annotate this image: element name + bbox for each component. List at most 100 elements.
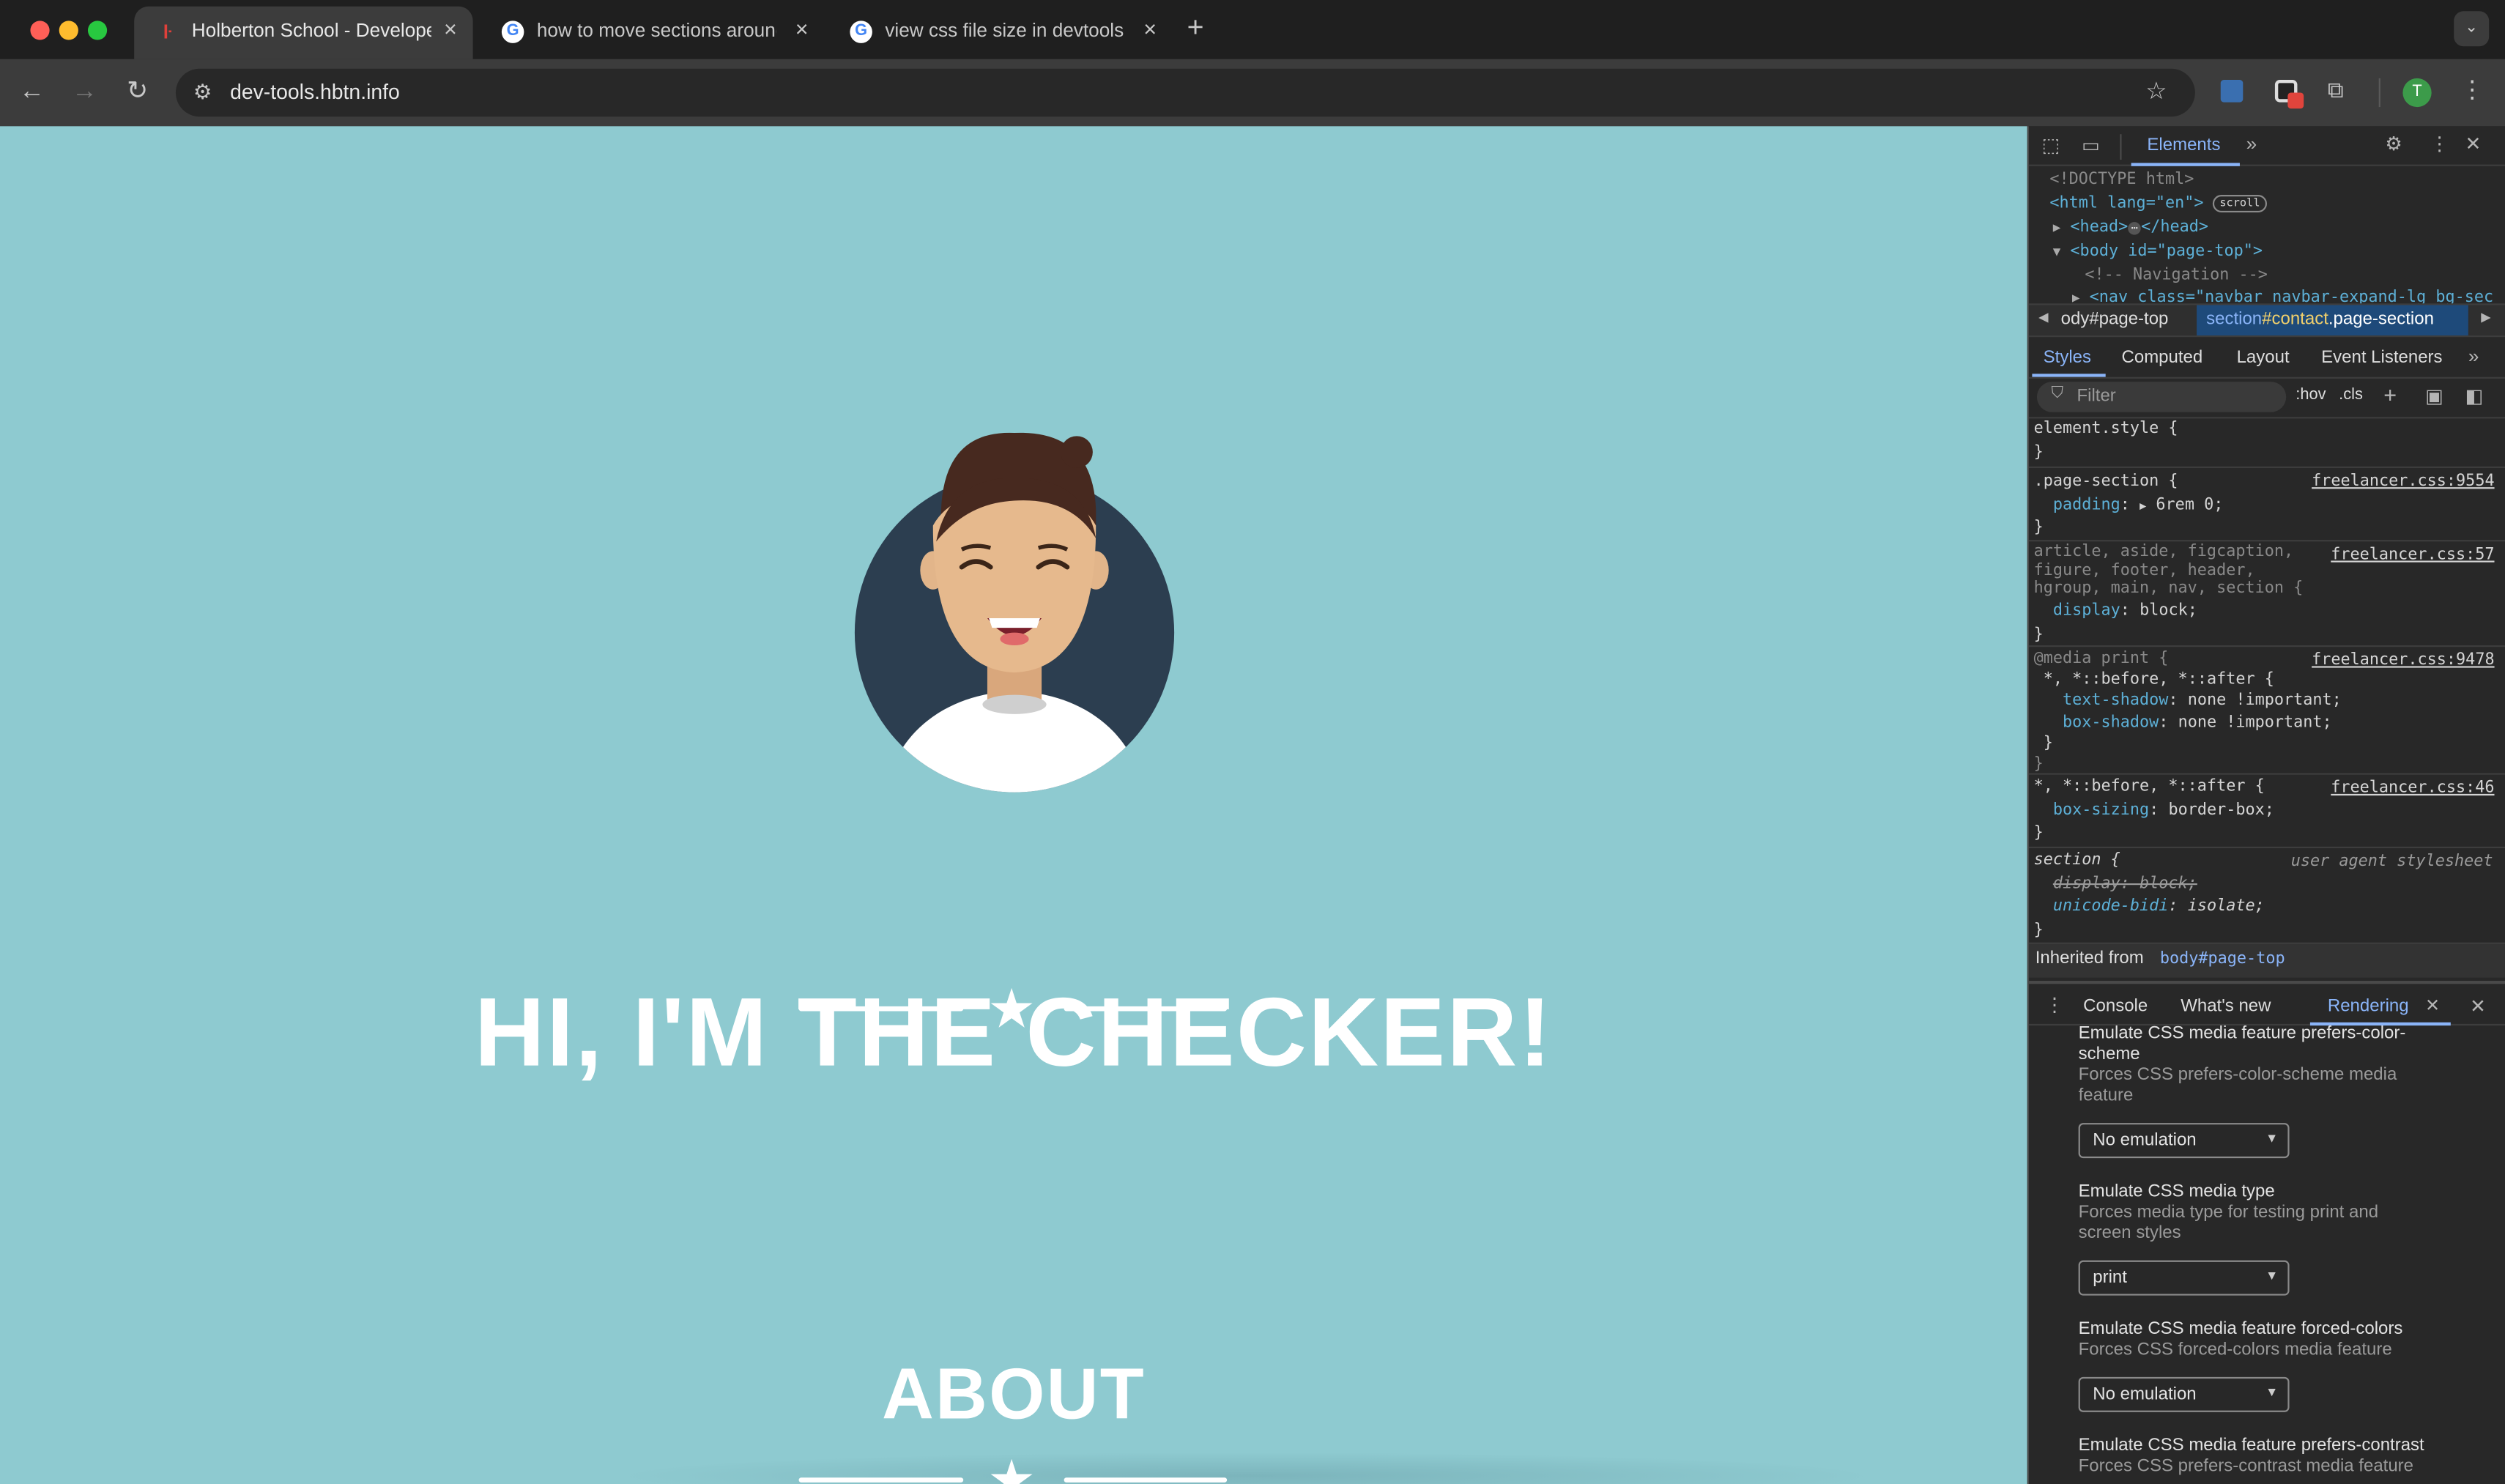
divider bbox=[2029, 846, 2505, 849]
google-favicon-icon: G bbox=[501, 21, 524, 43]
forward-icon[interactable]: → bbox=[67, 77, 103, 109]
cls-toggle[interactable]: .cls bbox=[2339, 387, 2363, 404]
user-agent-stylesheet-label: user agent stylesheet bbox=[2290, 853, 2493, 871]
source-link[interactable]: freelancer.css:57 bbox=[2331, 546, 2494, 564]
drawer-tab-rendering[interactable]: Rendering bbox=[2328, 997, 2409, 1016]
minimize-window-button[interactable] bbox=[59, 21, 78, 40]
source-link[interactable]: freelancer.css:9478 bbox=[2312, 652, 2494, 669]
drawer-tab-whats-new[interactable]: What's new bbox=[2181, 997, 2271, 1016]
rule-html5-block[interactable]: article, aside, figcaption, figure, foot… bbox=[2034, 543, 2304, 598]
back-icon[interactable]: ← bbox=[15, 77, 50, 109]
url-text[interactable]: dev-tools.hbtn.info bbox=[230, 80, 400, 104]
tab-google-1[interactable]: G how to move sections around × bbox=[479, 7, 824, 59]
media-type-select[interactable]: print ▼ bbox=[2078, 1260, 2290, 1296]
scroll-badge[interactable]: scroll bbox=[2213, 193, 2267, 212]
tab-google-2[interactable]: G view css file size in devtools × bbox=[828, 7, 1173, 59]
extensions-puzzle-icon[interactable]: ⧉ bbox=[2328, 77, 2344, 104]
dom-html-node[interactable]: <html lang="en"> scroll bbox=[2049, 193, 2267, 217]
close-rendering-tab-icon[interactable]: ✕ bbox=[2425, 995, 2440, 1016]
divider-line bbox=[1064, 1477, 1228, 1483]
reload-icon[interactable]: ↻ bbox=[120, 77, 155, 109]
dropdown-caret-icon: ▼ bbox=[2265, 1131, 2279, 1146]
drawer-menu-icon[interactable]: ⋮ bbox=[2045, 993, 2064, 1016]
styles-filter-input[interactable] bbox=[2036, 382, 2287, 412]
extension-icon[interactable] bbox=[2220, 80, 2244, 103]
hov-toggle[interactable]: :hov bbox=[2296, 387, 2326, 404]
holberton-favicon-icon: ŀ bbox=[163, 21, 173, 43]
rule-page-section[interactable]: .page-section { padding: ▶ 6rem 0; } bbox=[2034, 471, 2224, 541]
rendering-option-desc: Forces media type for testing print and … bbox=[2078, 1203, 2379, 1243]
rendering-option-desc: Forces CSS prefers-color-scheme media fe… bbox=[2078, 1065, 2397, 1106]
subtab-layout[interactable]: Layout bbox=[2237, 348, 2290, 367]
divider bbox=[2029, 466, 2505, 468]
settings-gear-icon[interactable]: ⚙ bbox=[2385, 133, 2402, 155]
rendering-option-title: Emulate CSS media feature forced-colors bbox=[2078, 1319, 2403, 1339]
close-devtools-icon[interactable]: ✕ bbox=[2465, 133, 2481, 155]
prefers-color-scheme-select[interactable]: No emulation ▼ bbox=[2078, 1123, 2290, 1159]
close-tab-icon[interactable]: × bbox=[444, 16, 457, 42]
tab-title: Holberton School - Developer bbox=[191, 19, 431, 42]
subtab-computed[interactable]: Computed bbox=[2122, 348, 2203, 367]
drawer-tab-console[interactable]: Console bbox=[2083, 997, 2148, 1016]
device-toolbar-icon[interactable]: ▭ bbox=[2082, 134, 2100, 157]
bookmark-star-icon[interactable]: ☆ bbox=[2145, 77, 2167, 105]
toolbar-divider bbox=[2120, 134, 2122, 160]
rule-box-sizing[interactable]: *, *::before, *::after { box-sizing: bor… bbox=[2034, 776, 2274, 846]
rendering-option-title: Emulate CSS media feature prefers-contra… bbox=[2078, 1436, 2424, 1455]
inherited-from-link[interactable]: body#page-top bbox=[2160, 951, 2285, 968]
tab-elements[interactable]: Elements bbox=[2147, 136, 2220, 155]
rule-user-agent-section[interactable]: section { display: block; unicode-bidi: … bbox=[2034, 850, 2265, 943]
subtab-styles[interactable]: Styles bbox=[2044, 348, 2091, 367]
close-tab-icon[interactable]: × bbox=[1143, 16, 1157, 42]
site-info-icon[interactable]: ⚙ bbox=[193, 80, 212, 105]
subtab-event-listeners[interactable]: Event Listeners bbox=[2321, 348, 2442, 367]
google-favicon-icon: G bbox=[850, 21, 872, 43]
rendering-option-title: Emulate CSS media feature prefers-color-… bbox=[2078, 1023, 2406, 1064]
tab-holberton[interactable]: ŀ Holberton School - Developer × bbox=[134, 6, 473, 59]
divider-line bbox=[1064, 1006, 1228, 1012]
divider bbox=[2029, 773, 2505, 775]
rendering-option-title: Emulate CSS media type bbox=[2078, 1181, 2275, 1201]
about-heading: ABOUT bbox=[881, 1353, 1146, 1435]
profile-avatar[interactable]: T bbox=[2402, 78, 2432, 108]
dom-comment[interactable]: <!-- Navigation --> bbox=[2085, 265, 2267, 289]
dom-doctype[interactable]: <!DOCTYPE html> bbox=[2049, 169, 2194, 193]
breadcrumb-left-arrow-icon[interactable]: ◀ bbox=[2038, 310, 2048, 324]
dom-head-node[interactable]: ▶ <head> ⋯ </head> bbox=[2053, 218, 2208, 241]
extension-badge-icon bbox=[2287, 92, 2304, 109]
maximize-window-button[interactable] bbox=[87, 21, 108, 40]
new-style-rule-plus-icon[interactable]: + bbox=[2383, 382, 2397, 407]
rule-html5-block-body[interactable]: display: block; } bbox=[2034, 601, 2197, 648]
close-drawer-icon[interactable]: ✕ bbox=[2470, 995, 2486, 1018]
star-icon: ★ bbox=[987, 1450, 1036, 1484]
divider bbox=[2029, 645, 2505, 648]
breadcrumb-body[interactable]: ody#page-top bbox=[2061, 310, 2169, 329]
page-viewport: HI, I'M THE CHECKER! ★ ABOUT ★ bbox=[0, 126, 2027, 1484]
close-tab-icon[interactable]: × bbox=[795, 16, 809, 42]
inspect-element-icon[interactable]: ⬚ bbox=[2041, 134, 2060, 157]
devtools-menu-icon[interactable]: ⋮ bbox=[2430, 133, 2449, 155]
computed-sidebar-toggle-icon[interactable]: ◧ bbox=[2465, 385, 2483, 408]
breadcrumb-section[interactable]: section#contact.page-section bbox=[2206, 310, 2434, 329]
browser-window: ŀ Holberton School - Developer × G how t… bbox=[0, 0, 2505, 1484]
menu-kebab-icon[interactable]: ⋮ bbox=[2460, 75, 2484, 104]
source-link[interactable]: freelancer.css:9554 bbox=[2312, 473, 2494, 491]
dom-nav-node[interactable]: ▶ <nav class="navbar navbar-expand-lg bg… bbox=[2072, 288, 2504, 304]
breadcrumb-right-arrow-icon[interactable]: ▶ bbox=[2481, 310, 2490, 324]
close-window-button[interactable] bbox=[30, 21, 50, 40]
forced-colors-select[interactable]: No emulation ▼ bbox=[2078, 1376, 2290, 1412]
source-link[interactable]: freelancer.css:46 bbox=[2331, 779, 2494, 797]
new-tab-button[interactable]: + bbox=[1187, 11, 1204, 45]
tab-search-chevron-icon[interactable]: ⌄ bbox=[2454, 11, 2490, 47]
dom-body-node[interactable]: ▼ <body id="page-top"> bbox=[2053, 241, 2263, 264]
more-subtabs-chevron-icon[interactable]: » bbox=[2468, 345, 2479, 368]
paint-roller-icon[interactable]: ▣ bbox=[2425, 385, 2443, 408]
rule-media-print[interactable]: @media print { *, *::before, *::after { … bbox=[2034, 648, 2342, 775]
filter-placeholder: Filter bbox=[2077, 386, 2116, 406]
address-bar[interactable]: ⚙ dev-tools.hbtn.info bbox=[175, 68, 2195, 117]
star-icon: ★ bbox=[987, 979, 1036, 1040]
rule-element-style[interactable]: element.style { } bbox=[2034, 418, 2178, 465]
toolbar-divider bbox=[2378, 78, 2380, 108]
dropdown-caret-icon: ▼ bbox=[2265, 1384, 2279, 1400]
more-tabs-chevron-icon[interactable]: » bbox=[2246, 133, 2257, 155]
